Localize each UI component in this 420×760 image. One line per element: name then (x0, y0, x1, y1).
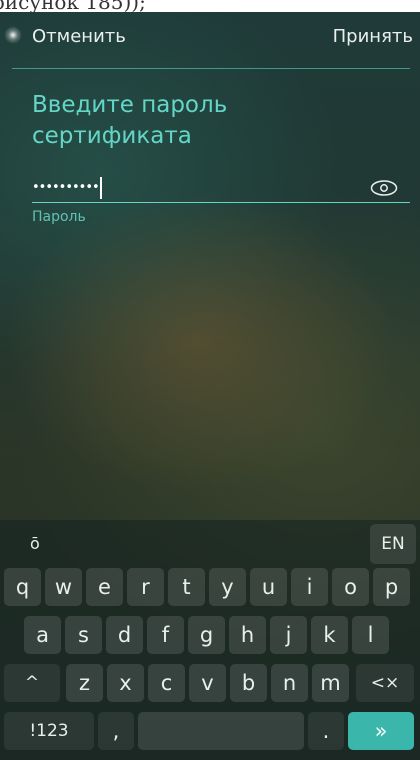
password-masked-value: •••••••••• (32, 180, 100, 195)
caption-text: рисунок 185)); (0, 0, 146, 12)
show-password-eye-icon[interactable] (370, 178, 398, 198)
accept-button[interactable]: Принять (333, 26, 413, 47)
key-u[interactable]: u (250, 568, 287, 606)
top-divider (12, 68, 410, 69)
cancel-button[interactable]: Отменить (32, 26, 126, 47)
certificate-password-dialog: Отменить Принять Введите пароль сертифик… (0, 12, 420, 760)
hide-keyboard-button[interactable]: ō (30, 534, 40, 553)
language-switch-button[interactable]: EN (370, 524, 416, 564)
key-p[interactable]: p (373, 568, 410, 606)
key-i[interactable]: i (291, 568, 328, 606)
shift-key[interactable]: ^ (4, 664, 60, 702)
key-q[interactable]: q (4, 568, 41, 606)
key-s[interactable]: s (65, 616, 102, 654)
key-x[interactable]: x (107, 664, 144, 702)
key-r[interactable]: r (127, 568, 164, 606)
key-w[interactable]: w (45, 568, 82, 606)
key-l[interactable]: l (352, 616, 389, 654)
period-key[interactable]: . (308, 712, 344, 750)
enter-key[interactable]: » (348, 712, 414, 750)
key-c[interactable]: c (148, 664, 185, 702)
key-e[interactable]: e (86, 568, 123, 606)
key-d[interactable]: d (106, 616, 143, 654)
key-t[interactable]: t (168, 568, 205, 606)
caption-fragment: рисунок 185)); (0, 0, 420, 12)
key-b[interactable]: b (230, 664, 267, 702)
key-n[interactable]: n (271, 664, 308, 702)
page-title: Введите пароль сертификата (32, 92, 228, 149)
key-m[interactable]: m (312, 664, 349, 702)
space-key[interactable] (138, 712, 304, 750)
key-f[interactable]: f (147, 616, 184, 654)
key-z[interactable]: z (66, 664, 103, 702)
key-k[interactable]: k (311, 616, 348, 654)
text-cursor (99, 176, 102, 199)
virtual-keyboard: ō EN q w e r t y u i o p a s d f g h j k l ^ z x c v b n m <× !123,.… (0, 520, 420, 760)
key-h[interactable]: h (229, 616, 266, 654)
comma-key[interactable]: , (98, 712, 134, 750)
key-y[interactable]: y (209, 568, 246, 606)
key-j[interactable]: j (270, 616, 307, 654)
password-input[interactable]: •••••••••• (32, 174, 102, 202)
top-bar: Отменить Принять (0, 12, 420, 68)
password-underline (32, 202, 410, 203)
backspace-key[interactable]: <× (356, 664, 414, 702)
password-field[interactable]: •••••••••• (32, 174, 410, 202)
numbers-key[interactable]: !123 (4, 712, 94, 750)
key-v[interactable]: v (189, 664, 226, 702)
keyboard-toolbar: ō EN (0, 520, 420, 566)
key-a[interactable]: a (24, 616, 61, 654)
light-flare-decoration (4, 26, 22, 44)
password-label: Пароль (32, 209, 86, 225)
key-g[interactable]: g (188, 616, 225, 654)
key-o[interactable]: o (332, 568, 369, 606)
